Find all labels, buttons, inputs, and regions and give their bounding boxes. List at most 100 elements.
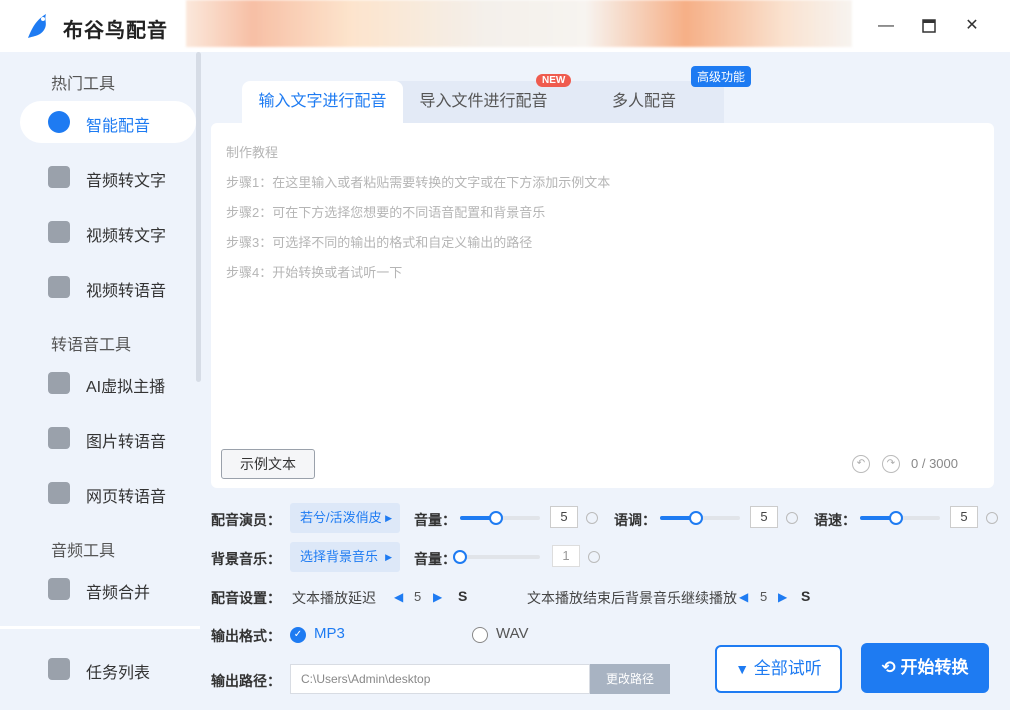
listen-all-button[interactable]: ▼ 全部试听 xyxy=(715,645,842,693)
format-label: 输出格式： xyxy=(211,628,281,644)
speed-slider-knob[interactable] xyxy=(889,511,903,525)
redo-icon[interactable]: ↷ xyxy=(882,455,900,473)
tutorial-step: 步骤3：可选择不同的输出的格式和自定义输出的路径 xyxy=(226,235,533,250)
section-voice-tools: 转语音工具 xyxy=(51,337,132,354)
tutorial-step: 步骤4：开始转换或者试听一下 xyxy=(226,265,403,280)
bgm-volume-slider[interactable] xyxy=(453,550,540,564)
bird-logo-icon xyxy=(28,14,46,38)
dub-settings-label: 配音设置： xyxy=(211,590,281,606)
mode-tabs: 输入文字进行配音 导入文件进行配音 多人配音 xyxy=(242,81,724,123)
new-badge: NEW xyxy=(536,74,572,87)
bgm-volume-slider-knob[interactable] xyxy=(453,550,467,564)
sidebar-item-label: 视频转语音 xyxy=(86,283,167,300)
text-delay-value[interactable]: 5 xyxy=(414,589,421,604)
wav-label[interactable]: WAV xyxy=(496,625,529,642)
tab-file-import[interactable]: 导入文件进行配音 xyxy=(403,81,564,123)
tutorial-step: 步骤1：在这里输入或者粘贴需要转换的文字或在下方添加示例文本 xyxy=(226,175,611,190)
wav-radio[interactable] xyxy=(472,627,488,643)
video-to-text-icon xyxy=(48,221,70,243)
close-icon[interactable]: ✕ xyxy=(960,14,984,38)
text-delay-label: 文本播放延迟 xyxy=(292,590,376,606)
start-convert-button[interactable]: ⟲ 开始转换 xyxy=(861,643,989,693)
bgm-label: 背景音乐： xyxy=(211,551,281,567)
sidebar-scrollbar[interactable] xyxy=(196,52,201,382)
pitch-slider-knob[interactable] xyxy=(689,511,703,525)
bgm-continue-value[interactable]: 5 xyxy=(760,589,767,604)
web-to-voice-icon xyxy=(48,482,70,504)
sidebar-divider xyxy=(0,626,200,629)
video-to-voice-icon xyxy=(48,276,70,298)
caret-right-icon: ▶ xyxy=(385,552,392,562)
sidebar-item-image-to-voice[interactable]: 图片转语音 xyxy=(20,417,196,459)
increase-delay-icon[interactable]: ▶ xyxy=(433,590,442,604)
triangle-down-icon: ▼ xyxy=(735,661,750,677)
section-hot-tools: 热门工具 xyxy=(51,76,116,93)
convert-icon: ⟲ xyxy=(881,658,896,677)
maximize-icon[interactable] xyxy=(917,14,941,38)
bgm-continue-label: 文本播放结束后背景音乐继续播放 xyxy=(527,590,737,606)
listen-all-label: 全部试听 xyxy=(753,659,822,678)
decrease-bgm-continue-icon[interactable]: ◀ xyxy=(739,590,748,604)
sample-text-button[interactable]: 示例文本 xyxy=(221,449,315,479)
sidebar-item-label: 智能配音 xyxy=(86,118,151,135)
sidebar-item-label: 音频合并 xyxy=(86,585,151,602)
speed-value[interactable]: 5 xyxy=(950,506,978,528)
sidebar-item-smart-dub[interactable]: 智能配音 xyxy=(20,101,196,143)
tutorial-step: 步骤2：可在下方选择您想要的不同语音配置和背景音乐 xyxy=(226,205,546,220)
image-to-voice-icon xyxy=(48,427,70,449)
path-label: 输出路径： xyxy=(211,673,281,689)
ai-anchor-icon xyxy=(48,372,70,394)
bgm-volume-label: 音量： xyxy=(414,551,456,567)
bgm-volume-reset-icon[interactable] xyxy=(588,551,600,563)
bgm-volume-value[interactable]: 1 xyxy=(552,545,580,567)
speed-reset-icon[interactable] xyxy=(986,512,998,524)
sidebar-item-label: 音频转文字 xyxy=(86,173,167,190)
speed-slider[interactable] xyxy=(860,511,940,525)
sidebar-item-ai-anchor[interactable]: AI虚拟主播 xyxy=(20,362,196,404)
sidebar-item-video-to-text[interactable]: 视频转文字 xyxy=(20,211,196,253)
minimize-icon[interactable]: — xyxy=(874,14,898,38)
voice-actor-label: 配音演员： xyxy=(211,512,281,528)
bgm-continue-unit: S xyxy=(801,588,811,604)
change-path-button[interactable]: 更改路径 xyxy=(590,664,670,694)
sidebar-item-task-list[interactable]: 任务列表 xyxy=(20,648,196,690)
sidebar-item-label: 任务列表 xyxy=(86,665,151,682)
pitch-value[interactable]: 5 xyxy=(750,506,778,528)
volume-slider-knob[interactable] xyxy=(489,511,503,525)
sidebar-item-audio-to-text[interactable]: 音频转文字 xyxy=(20,156,196,198)
smart-dub-icon xyxy=(48,111,70,133)
audio-to-text-icon xyxy=(48,166,70,188)
text-editor[interactable]: 制作教程 步骤1：在这里输入或者粘贴需要转换的文字或在下方添加示例文本 步骤2：… xyxy=(211,123,994,488)
tab-multi-voice[interactable]: 多人配音 xyxy=(564,81,724,123)
title-bar: 布谷鸟配音 — ✕ xyxy=(0,0,1010,52)
sidebar-item-audio-merge[interactable]: 音频合并 xyxy=(20,568,196,610)
caret-right-icon: ▶ xyxy=(385,513,392,523)
sidebar-item-label: 图片转语音 xyxy=(86,434,167,451)
sidebar-item-video-to-voice[interactable]: 视频转语音 xyxy=(20,266,196,308)
undo-icon[interactable]: ↶ xyxy=(852,455,870,473)
sidebar-item-label: AI虚拟主播 xyxy=(86,379,166,396)
volume-label: 音量： xyxy=(414,512,456,528)
tab-text-input[interactable]: 输入文字进行配音 xyxy=(242,81,403,123)
pitch-reset-icon[interactable] xyxy=(786,512,798,524)
section-audio-tools: 音频工具 xyxy=(51,543,116,560)
volume-slider[interactable] xyxy=(460,511,540,525)
pitch-slider[interactable] xyxy=(660,511,740,525)
bgm-select[interactable]: 选择背景音乐 ▶ xyxy=(290,542,400,572)
sidebar-item-web-to-voice[interactable]: 网页转语音 xyxy=(20,472,196,514)
mp3-radio[interactable]: ✓ xyxy=(290,627,306,643)
decrease-delay-icon[interactable]: ◀ xyxy=(394,590,403,604)
speed-label: 语速： xyxy=(814,512,856,528)
mp3-label[interactable]: MP3 xyxy=(314,625,345,642)
increase-bgm-continue-icon[interactable]: ▶ xyxy=(778,590,787,604)
output-path-input[interactable]: C:\Users\Admin\desktop xyxy=(290,664,590,694)
volume-value[interactable]: 5 xyxy=(550,506,578,528)
bgm-value: 选择背景音乐 xyxy=(300,549,379,564)
sidebar-item-label: 网页转语音 xyxy=(86,489,167,506)
volume-reset-icon[interactable] xyxy=(586,512,598,524)
tutorial-title: 制作教程 xyxy=(226,145,279,160)
voice-actor-select[interactable]: 若兮/活泼俏皮 ▶ xyxy=(290,503,400,533)
pitch-label: 语调： xyxy=(614,512,656,528)
ad-banner[interactable] xyxy=(186,0,852,47)
text-delay-unit: S xyxy=(458,588,468,604)
